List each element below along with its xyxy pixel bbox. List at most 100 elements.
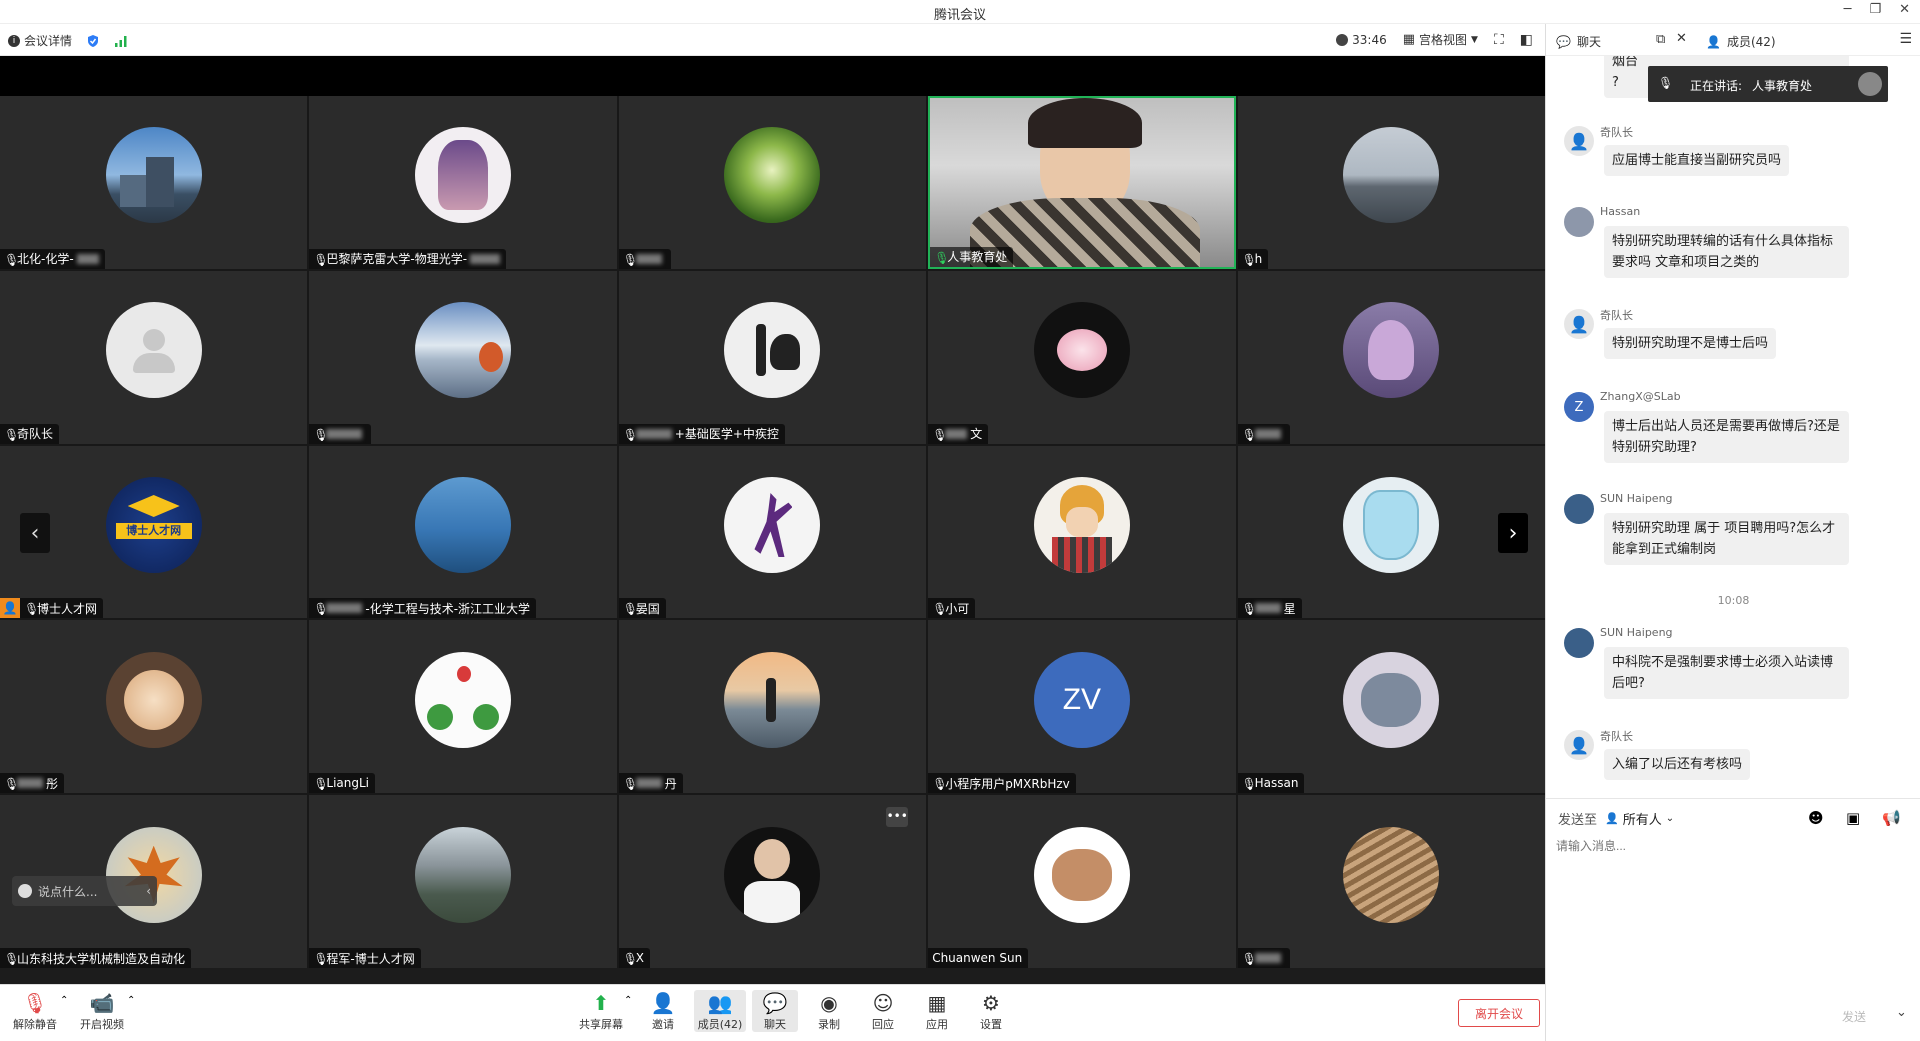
participant-tile[interactable]: 🎙 Hassan <box>1237 620 1545 794</box>
participant-tile[interactable]: 🎙 晏国 <box>618 445 927 619</box>
mic-muted-icon: 🎙 <box>1658 76 1674 90</box>
avatar <box>1343 302 1440 399</box>
name-tag: 🎙 -化学工程与技术-浙江工业大学 <box>309 598 537 619</box>
participant-name: 小程序用户pMXRbHzv <box>945 776 1070 791</box>
sidebar-toggle-icon[interactable]: ◧ <box>1520 32 1533 48</box>
close-icon[interactable]: ✕ <box>1676 31 1687 46</box>
participant-tile[interactable]: 🎙 h <box>1237 96 1545 269</box>
chevron-left-icon: ‹ <box>30 520 40 546</box>
chat-button[interactable]: 💬 聊天 <box>752 990 798 1032</box>
emoji-icon[interactable] <box>18 884 32 898</box>
chevron-up-icon[interactable]: ⌃ <box>127 995 135 1006</box>
audience-dropdown[interactable]: 👤 所有人 ⌄ <box>1605 809 1674 828</box>
react-button[interactable]: ☺ 回应 <box>860 990 906 1032</box>
settings-button[interactable]: ⚙ 设置 <box>968 990 1014 1032</box>
send-to-label: 发送至 <box>1558 813 1598 828</box>
collapse-icon[interactable]: ‹ <box>146 884 151 898</box>
participant-tile[interactable]: ZV 🎙 小程序用户pMXRbHzv <box>928 620 1236 794</box>
participant-tile[interactable]: 🎙 <box>309 270 617 444</box>
announce-icon[interactable]: 📢 <box>1882 809 1901 827</box>
name-tag: 🎙 <box>618 248 671 269</box>
timer: 33:46 <box>1336 33 1387 47</box>
name-tag: 🎙 文 <box>928 423 989 444</box>
participant-tile[interactable]: 🎙 丹 <box>618 620 927 794</box>
participant-name: 人事教育处 <box>947 250 1008 265</box>
signal-icon[interactable] <box>114 35 128 47</box>
meeting-details-button[interactable]: i 会议详情 <box>8 32 72 49</box>
participant-tile[interactable]: 🎙 -化学工程与技术-浙江工业大学 <box>309 445 617 619</box>
fullscreen-icon[interactable]: ⛶ <box>1494 32 1504 48</box>
participant-tile[interactable]: Chuanwen Sun <box>928 795 1236 968</box>
invite-button[interactable]: 👤 邀请 <box>640 990 686 1032</box>
name-tag: 🎙 博士人才网 <box>20 598 104 619</box>
name-tag: 🎙 彤 <box>0 773 65 794</box>
participant-tile[interactable]: 🎙 +基础医学+中疾控 <box>618 270 927 444</box>
message-bubble: 特别研究助理不是博士后吗 <box>1604 328 1777 359</box>
share-screen-button[interactable]: ⬆ 共享屏幕 <box>576 990 626 1032</box>
minimize-icon[interactable]: ─ <box>1844 2 1852 17</box>
record-icon: ◉ <box>820 991 838 1015</box>
more-options-button[interactable]: ••• <box>886 807 909 828</box>
quick-comment-bar[interactable]: 说点什么... ‹ <box>12 876 157 906</box>
mic-muted-icon: 🎙 <box>932 602 948 617</box>
start-video-button[interactable]: 📹 开启视频 <box>79 990 125 1032</box>
participant-tile[interactable]: 🎙 彤 <box>0 620 308 794</box>
mic-icon: 🎙 <box>934 250 950 265</box>
participant-tile[interactable]: 🎙 程军-博士人才网 <box>309 795 617 968</box>
participant-tile[interactable]: ••• 🎙 X <box>618 795 927 968</box>
participant-tile[interactable]: 🎙 LiangLi <box>309 620 617 794</box>
participant-tile[interactable]: 🎙 奇队长 <box>0 270 308 444</box>
host-badge-icon: 👤 <box>0 598 20 619</box>
avatar: Z <box>1564 392 1594 422</box>
participant-tile[interactable]: 🎙 <box>1237 795 1545 968</box>
sender-name: 奇队长 <box>1600 730 1633 743</box>
record-button[interactable]: ◉ 录制 <box>806 990 852 1032</box>
popout-icon[interactable]: ⧉ <box>1656 32 1665 47</box>
message-input[interactable] <box>1556 837 1911 987</box>
apps-button[interactable]: ▦ 应用 <box>914 990 960 1032</box>
chat-label: 聊天 <box>764 1018 786 1031</box>
leave-meeting-button[interactable]: 离开会议 <box>1458 999 1540 1027</box>
chevron-down-icon[interactable]: ⌄ <box>1896 1005 1907 1020</box>
participant-tile[interactable]: 🎙 巴黎萨克雷大学-物理光学- <box>309 96 617 269</box>
maximize-icon[interactable]: ❐ <box>1869 2 1881 17</box>
top-toolbar: i 会议详情 33:46 ▦ 宫格视图 ▼ ⛶ ◧ <box>0 24 1545 56</box>
close-icon[interactable]: ✕ <box>1899 2 1910 17</box>
unmute-button[interactable]: 🎙 解除静音 <box>12 990 58 1032</box>
avatar <box>105 826 202 923</box>
members-icon: 👤 <box>1706 34 1721 49</box>
name-tag: 🎙 巴黎萨克雷大学-物理光学- <box>309 248 507 269</box>
view-mode-dropdown[interactable]: ▦ 宫格视图 ▼ <box>1403 31 1478 48</box>
name-tag: Chuanwen Sun <box>928 948 1029 968</box>
shield-icon[interactable] <box>86 34 100 48</box>
members-button[interactable]: 👥 成员(42) <box>694 990 746 1032</box>
avatar: 👤 <box>1564 730 1594 760</box>
user-icon: 👤 <box>1605 812 1619 825</box>
chat-tab[interactable]: 💬 聊天 <box>1556 33 1601 50</box>
chevron-up-icon[interactable]: ⌃ <box>60 995 68 1006</box>
menu-icon[interactable]: ☰ <box>1899 31 1912 47</box>
members-tab[interactable]: 👤 成员(42) <box>1706 33 1776 50</box>
participant-tile-active-speaker[interactable]: 🎙 人事教育处 <box>928 96 1236 269</box>
emoji-icon[interactable]: ☻ <box>1808 809 1824 827</box>
participant-name: 山东科技大学机械制造及自动化 <box>17 951 186 966</box>
participant-tile[interactable]: 🎙 文 <box>928 270 1236 444</box>
prev-page-arrow[interactable]: ‹ <box>20 513 50 553</box>
gear-icon: ⚙ <box>982 991 1000 1015</box>
message-text: 烟台 <box>1612 56 1639 69</box>
avatar <box>1343 826 1440 923</box>
participant-tile[interactable]: 🎙 北化-化学- <box>0 96 308 269</box>
participant-tile[interactable]: 🎙 <box>618 96 927 269</box>
invite-label: 邀请 <box>652 1018 674 1031</box>
participant-tile[interactable]: 🎙 小可 <box>928 445 1236 619</box>
chevron-up-icon[interactable]: ⌃ <box>624 995 632 1006</box>
participant-name: 北化-化学- <box>17 252 74 267</box>
folder-icon[interactable]: ▣ <box>1846 809 1860 827</box>
grid-icon: ▦ <box>1402 32 1416 47</box>
send-button[interactable]: 发送 <box>1842 1008 1866 1025</box>
mic-muted-icon: 🎙 <box>1241 602 1257 617</box>
avatar <box>724 651 821 748</box>
mic-muted-icon: 🎙 <box>313 952 329 966</box>
next-page-arrow[interactable]: › <box>1498 513 1528 553</box>
participant-tile[interactable]: 🎙 <box>1237 270 1545 444</box>
